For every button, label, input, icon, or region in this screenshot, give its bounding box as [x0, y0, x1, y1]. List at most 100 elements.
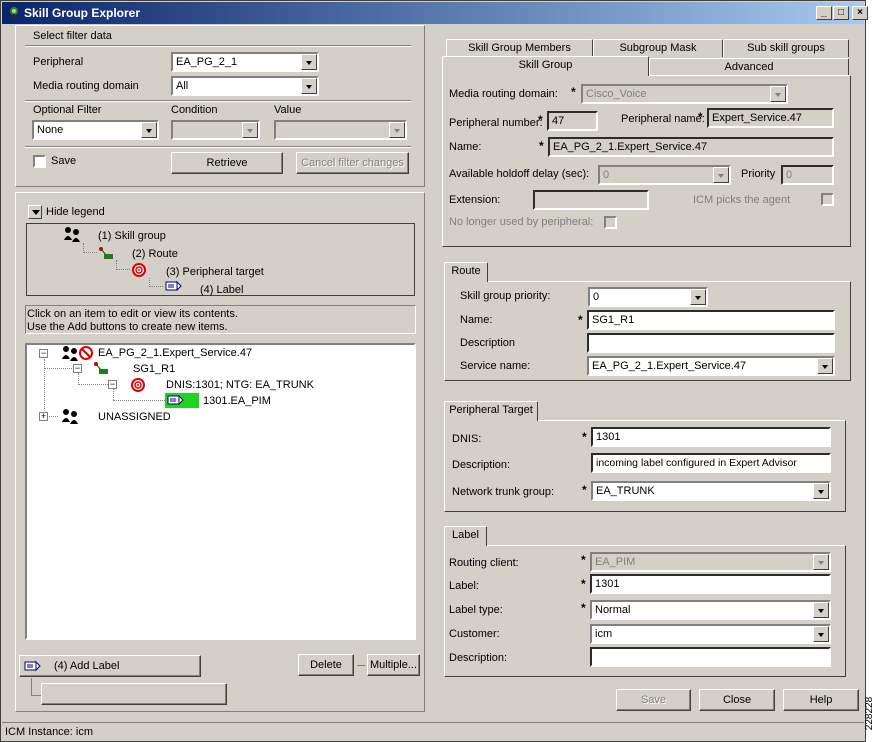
help-button[interactable]: Help	[783, 689, 859, 711]
tree-item-peripheral-target[interactable]: DNIS:1301; NTG: EA_TRUNK	[166, 379, 314, 391]
label-icon	[165, 280, 182, 292]
media-routing-domain-select[interactable]: All	[171, 76, 319, 96]
add-label-button-text: (4) Add Label	[54, 660, 120, 672]
filter-section-label: Select filter data	[33, 30, 112, 42]
dropdown-arrow-icon	[242, 122, 258, 138]
sg-media-routing-domain-label: Media routing domain:	[449, 88, 558, 100]
route-name-label: Name:	[460, 314, 493, 326]
tree-item-skill-group[interactable]: EA_PG_2_1.Expert_Service.47	[98, 347, 252, 359]
label-description-input[interactable]	[590, 647, 831, 667]
peripheral-target-icon	[132, 263, 146, 277]
collapse-icon[interactable]: −	[73, 364, 82, 373]
condition-select[interactable]	[171, 120, 260, 140]
collapse-icon[interactable]: −	[39, 349, 48, 358]
service-name-select[interactable]: EA_PG_2_1.Expert_Service.47	[587, 356, 835, 376]
optional-filter-select[interactable]: None	[32, 120, 159, 140]
routing-client-value: EA_PIM	[595, 556, 636, 568]
dnis-label: DNIS:	[452, 433, 482, 445]
skill-group-priority-label: Skill group priority:	[460, 290, 551, 302]
required-marker: *	[698, 110, 703, 124]
peripheral-target-icon	[131, 378, 145, 392]
label-icon	[167, 394, 184, 406]
expand-icon[interactable]: +	[39, 412, 48, 421]
service-name-label: Service name:	[460, 360, 531, 372]
add-placeholder-button[interactable]	[41, 683, 227, 705]
save-button[interactable]: Save	[616, 689, 691, 711]
value-select[interactable]	[274, 120, 407, 140]
label-type-select[interactable]: Normal	[590, 600, 831, 620]
tab-skill-group[interactable]: Skill Group	[442, 56, 649, 76]
tab-peripheral-target[interactable]: Peripheral Target	[444, 401, 538, 421]
label-type-value: Normal	[595, 604, 631, 616]
status-bar: ICM Instance: icm	[2, 722, 864, 741]
peripheral-name-input[interactable]: Expert_Service.47	[707, 108, 834, 128]
condition-label: Condition	[171, 104, 218, 116]
label-input[interactable]: 1301	[590, 574, 831, 594]
cancel-filter-changes-button[interactable]: Cancel filter changes	[296, 152, 409, 174]
route-icon	[94, 362, 108, 374]
required-marker: *	[581, 553, 586, 567]
dropdown-arrow-icon[interactable]	[813, 483, 829, 499]
extension-input[interactable]	[533, 190, 649, 210]
tab-route[interactable]: Route	[444, 262, 488, 282]
route-name-input[interactable]: SG1_R1	[587, 310, 835, 330]
multiple-button[interactable]: Multiple...	[367, 654, 420, 676]
dropdown-arrow-icon[interactable]	[817, 358, 833, 374]
delete-button[interactable]: Delete	[298, 654, 354, 676]
dropdown-arrow-icon[interactable]	[813, 602, 829, 618]
tree-item-route[interactable]: SG1_R1	[133, 363, 175, 375]
add-label-button[interactable]: (4) Add Label	[19, 655, 201, 677]
sg-name-input[interactable]: EA_PG_2_1.Expert_Service.47	[548, 137, 834, 157]
tab-sub-skill-groups[interactable]: Sub skill groups	[723, 39, 849, 57]
tab-subgroup-mask[interactable]: Subgroup Mask	[593, 39, 723, 57]
route-description-input[interactable]	[587, 333, 835, 353]
tree-item-unassigned[interactable]: UNASSIGNED	[98, 411, 171, 423]
no-longer-used-label: No longer used by peripheral:	[449, 216, 594, 228]
label-field-label: Label:	[449, 580, 479, 592]
no-longer-used-checkbox[interactable]	[604, 216, 617, 229]
app-icon	[10, 7, 18, 20]
hide-legend-toggle[interactable]	[28, 205, 42, 219]
retrieve-button[interactable]: Retrieve	[171, 152, 283, 174]
route-description-label: Description	[460, 337, 516, 349]
dnis-input[interactable]: 1301	[591, 427, 831, 447]
network-trunk-group-select[interactable]: EA_TRUNK	[591, 481, 831, 501]
peripheral-number-input[interactable]: 47	[547, 111, 598, 131]
minimize-button[interactable]: _	[816, 6, 832, 20]
dropdown-arrow-icon[interactable]	[813, 626, 829, 642]
close-window-button[interactable]: ×	[852, 6, 868, 20]
sg-media-routing-domain-select[interactable]: Cisco_Voice	[581, 84, 788, 104]
icm-picks-agent-checkbox[interactable]	[821, 193, 834, 206]
optional-filter-label: Optional Filter	[33, 104, 102, 116]
hide-legend-label: Hide legend	[46, 206, 105, 218]
tree-item-label[interactable]: 1301.EA_PIM	[203, 395, 271, 407]
save-filter-checkbox[interactable]	[33, 155, 46, 168]
title-bar: Skill Group Explorer _ □ ×	[2, 2, 868, 24]
holdoff-delay-select[interactable]: 0	[598, 165, 731, 185]
skill-group-explorer-window: Skill Group Explorer _ □ × Select filter…	[0, 0, 868, 742]
button-connector	[357, 665, 365, 666]
tab-skill-group-members[interactable]: Skill Group Members	[446, 39, 593, 57]
tab-label[interactable]: Label	[444, 526, 487, 546]
instructions-line-1: Click on an item to edit or view its con…	[27, 308, 238, 320]
priority-input[interactable]: 0	[781, 165, 834, 185]
dropdown-arrow-icon[interactable]	[690, 289, 706, 305]
tree-connector	[113, 389, 114, 400]
dropdown-arrow-icon[interactable]	[301, 54, 317, 70]
service-name-value: EA_PG_2_1.Expert_Service.47	[592, 360, 747, 372]
peripheral-select-value: EA_PG_2_1	[176, 56, 238, 68]
tab-advanced[interactable]: Advanced	[649, 58, 849, 76]
routing-client-select[interactable]: EA_PIM	[590, 552, 831, 572]
skill-group-priority-select[interactable]: 0	[588, 287, 708, 307]
close-button[interactable]: Close	[699, 689, 775, 711]
peripheral-number-label: Peripheral number:	[449, 117, 543, 129]
no-entry-icon	[79, 346, 93, 360]
maximize-button[interactable]: □	[833, 6, 849, 20]
collapse-icon[interactable]: −	[108, 380, 117, 389]
dropdown-arrow-icon[interactable]	[301, 78, 317, 94]
dropdown-arrow-icon[interactable]	[141, 122, 157, 138]
peripheral-select[interactable]: EA_PG_2_1	[171, 52, 319, 72]
customer-select[interactable]: icm	[590, 624, 831, 644]
skill-group-tree[interactable]: − EA_PG_2_1.Expert_Service.47 − SG1_R1 −…	[25, 343, 416, 640]
pt-description-input[interactable]: incoming label configured in Expert Advi…	[591, 453, 831, 473]
